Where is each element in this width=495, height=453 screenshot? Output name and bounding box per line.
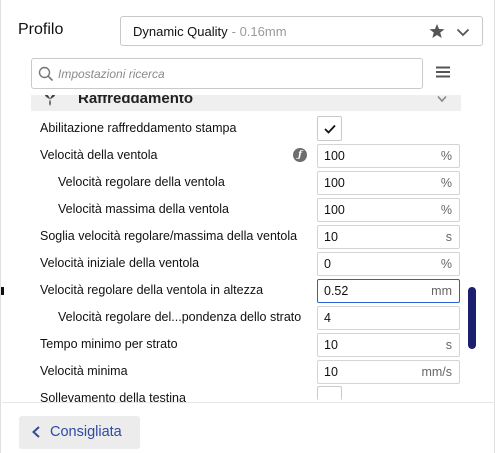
setting-label: Velocità regolare del...pondenza dello s… <box>58 310 302 324</box>
chevron-down-icon <box>437 95 447 103</box>
field-unit: % <box>440 149 452 163</box>
fan-threshold-input[interactable]: 10 s <box>317 225 460 249</box>
setting-label: Soglia velocità regolare/massima della v… <box>40 229 298 243</box>
field-unit: mm/s <box>421 365 452 379</box>
setting-label: Velocità massima della ventola <box>58 202 229 216</box>
recommended-button[interactable]: Consigliata <box>19 416 140 449</box>
setting-row-fan-height: Velocità regolare della ventola in altez… <box>31 277 461 304</box>
setting-label: Velocità regolare della ventola <box>58 175 225 189</box>
fan-height-input[interactable]: 0.52 mm <box>317 279 460 303</box>
field-unit: % <box>440 257 452 271</box>
fan-layer-input[interactable]: 4 <box>317 306 460 330</box>
setting-label: Velocità regolare della ventola in altez… <box>40 283 264 297</box>
profile-dropdown[interactable]: Dynamic Quality - 0.16mm <box>120 16 483 46</box>
star-icon[interactable] <box>429 23 445 39</box>
field-unit: % <box>440 176 452 190</box>
category-label: Raffreddamento <box>78 95 194 107</box>
field-value: 0.52 <box>324 284 349 298</box>
setting-label: Velocità iniziale della ventola <box>40 256 200 270</box>
settings-panel: Profilo Dynamic Quality - 0.16mm Raf <box>0 0 495 453</box>
setting-row-fan-layer: Velocità regolare del...pondenza dello s… <box>31 304 461 331</box>
chevron-left-icon <box>32 426 40 438</box>
field-unit: s <box>445 230 452 244</box>
edge-marker <box>1 287 4 295</box>
setting-row-fan-threshold: Soglia velocità regolare/massima della v… <box>31 223 461 250</box>
fan-speed-input[interactable]: 100 % <box>317 144 460 168</box>
setting-label: Velocità minima <box>40 364 128 378</box>
search-box <box>31 58 423 89</box>
max-fan-speed-input[interactable]: 100 % <box>317 198 460 222</box>
recommended-label: Consigliata <box>50 424 122 440</box>
lift-head-checkbox[interactable] <box>317 386 342 400</box>
print-cooling-checkbox[interactable] <box>317 116 342 141</box>
setting-label: Tempo minimo per strato <box>40 337 178 351</box>
setting-label: Abilitazione raffreddamento stampa <box>40 121 237 135</box>
field-value: 4 <box>324 311 331 325</box>
chevron-down-icon <box>456 28 470 37</box>
settings-list: Raffreddamento Abilitazione raffreddamen… <box>31 95 461 403</box>
setting-row-max-fan-speed: Velocità massima della ventola 100 % <box>31 196 461 223</box>
function-icon[interactable]: ƒ <box>293 148 307 162</box>
field-value: 10 <box>324 338 338 352</box>
setting-row-lift-head: Sollevamento della testina <box>31 385 461 403</box>
footer-divider <box>2 402 495 403</box>
setting-label: Velocità della ventola <box>40 148 158 162</box>
setting-row-min-speed: Velocità minima 10 mm/s <box>31 358 461 385</box>
search-icon <box>38 66 54 81</box>
profile-name: Dynamic Quality <box>133 23 228 39</box>
hamburger-menu-icon[interactable] <box>435 65 451 79</box>
profile-label: Profilo <box>18 21 64 38</box>
field-value: 0 <box>324 257 331 271</box>
setting-row-min-layer-time: Tempo minimo per strato 10 s <box>31 331 461 358</box>
field-unit: s <box>445 338 452 352</box>
min-speed-input[interactable]: 10 mm/s <box>317 360 460 384</box>
regular-fan-speed-input[interactable]: 100 % <box>317 171 460 195</box>
checkmark-icon <box>323 124 336 134</box>
category-header[interactable]: Raffreddamento <box>31 95 461 111</box>
scrollbar-thumb[interactable] <box>468 287 476 349</box>
field-value: 10 <box>324 230 338 244</box>
profile-layer-height: - 0.16mm <box>231 23 287 39</box>
field-unit: mm <box>431 284 452 298</box>
setting-row-print-cooling: Abilitazione raffreddamento stampa <box>31 115 461 142</box>
fan-icon <box>44 95 56 106</box>
initial-fan-speed-input[interactable]: 0 % <box>317 252 460 276</box>
field-value: 10 <box>324 365 338 379</box>
setting-row-initial-fan-speed: Velocità iniziale della ventola 0 % <box>31 250 461 277</box>
field-value: 100 <box>324 149 345 163</box>
search-input[interactable] <box>58 66 408 81</box>
field-value: 100 <box>324 176 345 190</box>
field-value: 100 <box>324 203 345 217</box>
min-layer-time-input[interactable]: 10 s <box>317 333 460 357</box>
setting-row-fan-speed: Velocità della ventola ƒ 100 % <box>31 142 461 169</box>
field-unit: % <box>440 203 452 217</box>
setting-row-regular-fan-speed: Velocità regolare della ventola 100 % <box>31 169 461 196</box>
